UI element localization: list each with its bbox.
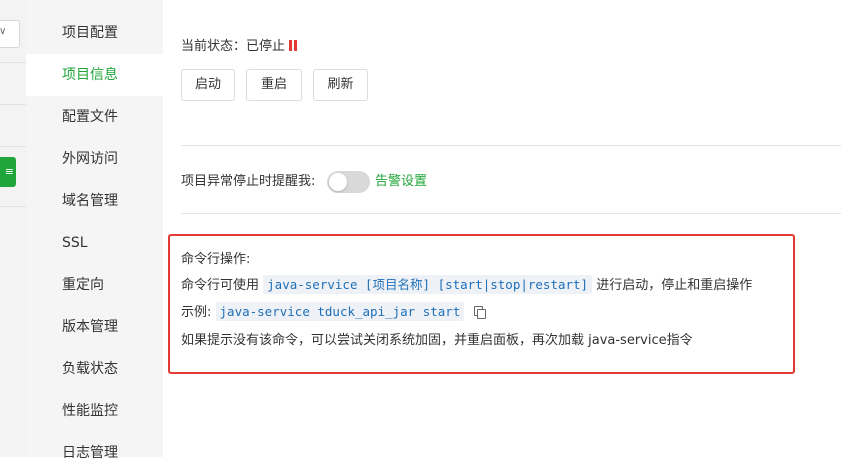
sidebar-item-project-info[interactable]: 项目信息 [26, 54, 163, 96]
command-box: 命令行操作: 命令行可使用 java-service [项目名称] [start… [168, 234, 795, 374]
sidebar-item-project-config[interactable]: 项目配置 [26, 12, 163, 54]
usage-code: java-service [项目名称] [start|stop|restart] [263, 275, 593, 294]
status-label: 当前状态： [181, 39, 247, 54]
alert-label: 项目异常停止时提醒我: [181, 174, 316, 189]
main-panel: 当前状态：已停止 启动 重启 刷新 项目异常停止时提醒我: 告警设置 命令行操作… [163, 0, 841, 457]
alert-settings-link[interactable]: 告警设置 [375, 171, 427, 193]
copy-icon[interactable] [474, 306, 487, 319]
divider [181, 145, 841, 146]
sidebar-item-redirect[interactable]: 重定向 [26, 264, 163, 306]
sidebar-item-load-status[interactable]: 负载状态 [26, 348, 163, 390]
usage-suffix: 进行启动，停止和重启操作 [596, 278, 753, 293]
sidebar-item-performance[interactable]: 性能监控 [26, 390, 163, 432]
divider [0, 104, 26, 105]
command-title: 命令行操作: [181, 252, 251, 267]
command-example: 示例: java-service tduck_api_jar start [181, 301, 487, 321]
chevron-down-icon: ∨ [0, 26, 7, 37]
status-line: 当前状态：已停止 [181, 35, 298, 54]
example-label: 示例: [181, 305, 212, 320]
sidebar-item-logs[interactable]: 日志管理 [26, 432, 163, 474]
sidebar-item-ssl[interactable]: SSL [26, 222, 163, 264]
background-panel: ∨ ≡ [0, 0, 26, 457]
start-button[interactable]: 启动 [181, 69, 235, 101]
sidebar-item-domain[interactable]: 域名管理 [26, 180, 163, 222]
command-usage: 命令行可使用 java-service [项目名称] [start|stop|r… [181, 274, 753, 294]
sidebar-item-external-access[interactable]: 外网访问 [26, 138, 163, 180]
divider [0, 206, 26, 207]
restart-button[interactable]: 重启 [246, 69, 302, 101]
toggle-knob [329, 173, 347, 191]
divider [0, 62, 26, 63]
alert-toggle[interactable] [327, 171, 370, 193]
divider [0, 146, 26, 147]
command-hint: 如果提示没有该命令，可以尝试关闭系统加固，并重启面板，再次加载 java-ser… [181, 333, 693, 348]
alert-row: 项目异常停止时提醒我: 告警设置 [181, 171, 427, 193]
pause-icon [289, 40, 298, 51]
background-dropdown: ∨ [0, 20, 20, 48]
background-green-button: ≡ [0, 157, 16, 187]
sidebar-item-config-file[interactable]: 配置文件 [26, 96, 163, 138]
refresh-button[interactable]: 刷新 [313, 69, 368, 101]
divider [181, 213, 841, 214]
sidebar-item-version[interactable]: 版本管理 [26, 306, 163, 348]
example-code: java-service tduck_api_jar start [215, 302, 465, 321]
sidebar: 项目配置 项目信息 配置文件 外网访问 域名管理 SSL 重定向 版本管理 负载… [26, 0, 163, 461]
status-value: 已停止 [246, 39, 286, 54]
usage-prefix: 命令行可使用 [181, 278, 260, 293]
